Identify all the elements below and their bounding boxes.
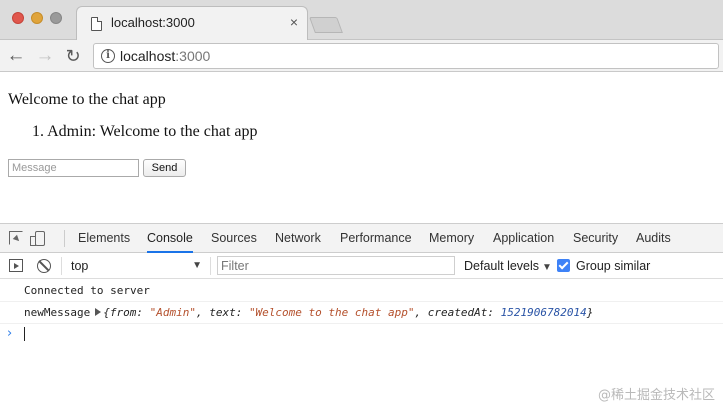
console-log-line: newMessage {from: "Admin", text: "Welcome… — [0, 302, 723, 324]
reload-icon[interactable]: ↻ — [61, 44, 85, 68]
message-list: 1. Admin: Welcome to the chat app — [32, 123, 257, 141]
tab-application[interactable]: Application — [493, 224, 554, 253]
tab-console[interactable]: Console — [147, 224, 193, 253]
group-similar-label: Group similar — [576, 259, 651, 273]
prompt-chevron-icon: › — [7, 326, 13, 341]
tab-security[interactable]: Security — [573, 224, 618, 253]
filter-input[interactable] — [217, 256, 455, 275]
close-window-button[interactable] — [12, 12, 24, 24]
minimize-window-button[interactable] — [31, 12, 43, 24]
browser-toolbar: ← → ↻ i localhost:3000 — [0, 40, 723, 72]
tab-close-icon[interactable]: × — [290, 15, 298, 29]
browser-tab[interactable]: localhost:3000 × — [76, 6, 308, 41]
maximize-window-button[interactable] — [50, 12, 62, 24]
clear-console-icon[interactable] — [37, 259, 51, 273]
site-info-icon[interactable]: i — [101, 49, 115, 63]
text-caret — [24, 327, 25, 341]
browser-tab-bar: localhost:3000 × — [0, 0, 723, 41]
console-log-line: Connected to server — [0, 280, 723, 302]
expand-object-icon[interactable] — [95, 308, 102, 316]
list-item: 1. Admin: Welcome to the chat app — [32, 123, 258, 140]
back-arrow-icon[interactable]: ← — [4, 44, 28, 68]
device-toolbar-icon[interactable] — [30, 231, 45, 246]
dropdown-arrow-icon: ▼ — [192, 260, 202, 271]
forward-arrow-icon[interactable]: → — [33, 44, 57, 68]
console-prompt[interactable]: › — [0, 324, 723, 344]
page-heading: Welcome to the chat app — [8, 91, 166, 108]
divider — [64, 230, 65, 247]
logged-object[interactable]: {from: "Admin", text: "Welcome to the ch… — [103, 306, 593, 319]
tab-network[interactable]: Network — [275, 224, 321, 253]
url-text[interactable]: localhost:3000 — [120, 48, 210, 64]
tab-elements[interactable]: Elements — [78, 224, 130, 253]
tab-performance[interactable]: Performance — [340, 224, 412, 253]
divider — [210, 257, 211, 275]
console-output: Connected to server newMessage {from: "Ad… — [0, 280, 723, 344]
send-button[interactable]: Send — [143, 159, 186, 177]
console-toolbar: top ▼ Default levels▼ Group similar — [0, 253, 723, 279]
devtools-tab-bar: Elements Console Sources Network Perform… — [0, 224, 723, 253]
log-levels-select[interactable]: Default levels ▼ — [464, 256, 552, 276]
dropdown-arrow-icon: ▼ — [542, 262, 552, 273]
context-select[interactable]: top ▼ — [66, 256, 206, 276]
inspect-element-icon[interactable] — [9, 231, 23, 245]
tab-audits[interactable]: Audits — [636, 224, 671, 253]
tab-memory[interactable]: Memory — [429, 224, 474, 253]
devtools-panel: Elements Console Sources Network Perform… — [0, 223, 723, 409]
divider — [61, 257, 62, 275]
show-sidebar-icon[interactable] — [9, 259, 23, 272]
new-tab-button[interactable] — [309, 17, 343, 33]
message-input[interactable] — [8, 159, 139, 177]
watermark: @稀土掘金技术社区 — [597, 388, 715, 403]
tab-sources[interactable]: Sources — [211, 224, 257, 253]
tab-title: localhost:3000 — [111, 15, 195, 30]
address-bar[interactable]: i localhost:3000 — [93, 43, 719, 69]
page-favicon-icon — [91, 17, 102, 31]
page-viewport: Welcome to the chat app 1. Admin: Welcom… — [0, 73, 723, 223]
group-similar-checkbox[interactable] — [557, 259, 570, 272]
